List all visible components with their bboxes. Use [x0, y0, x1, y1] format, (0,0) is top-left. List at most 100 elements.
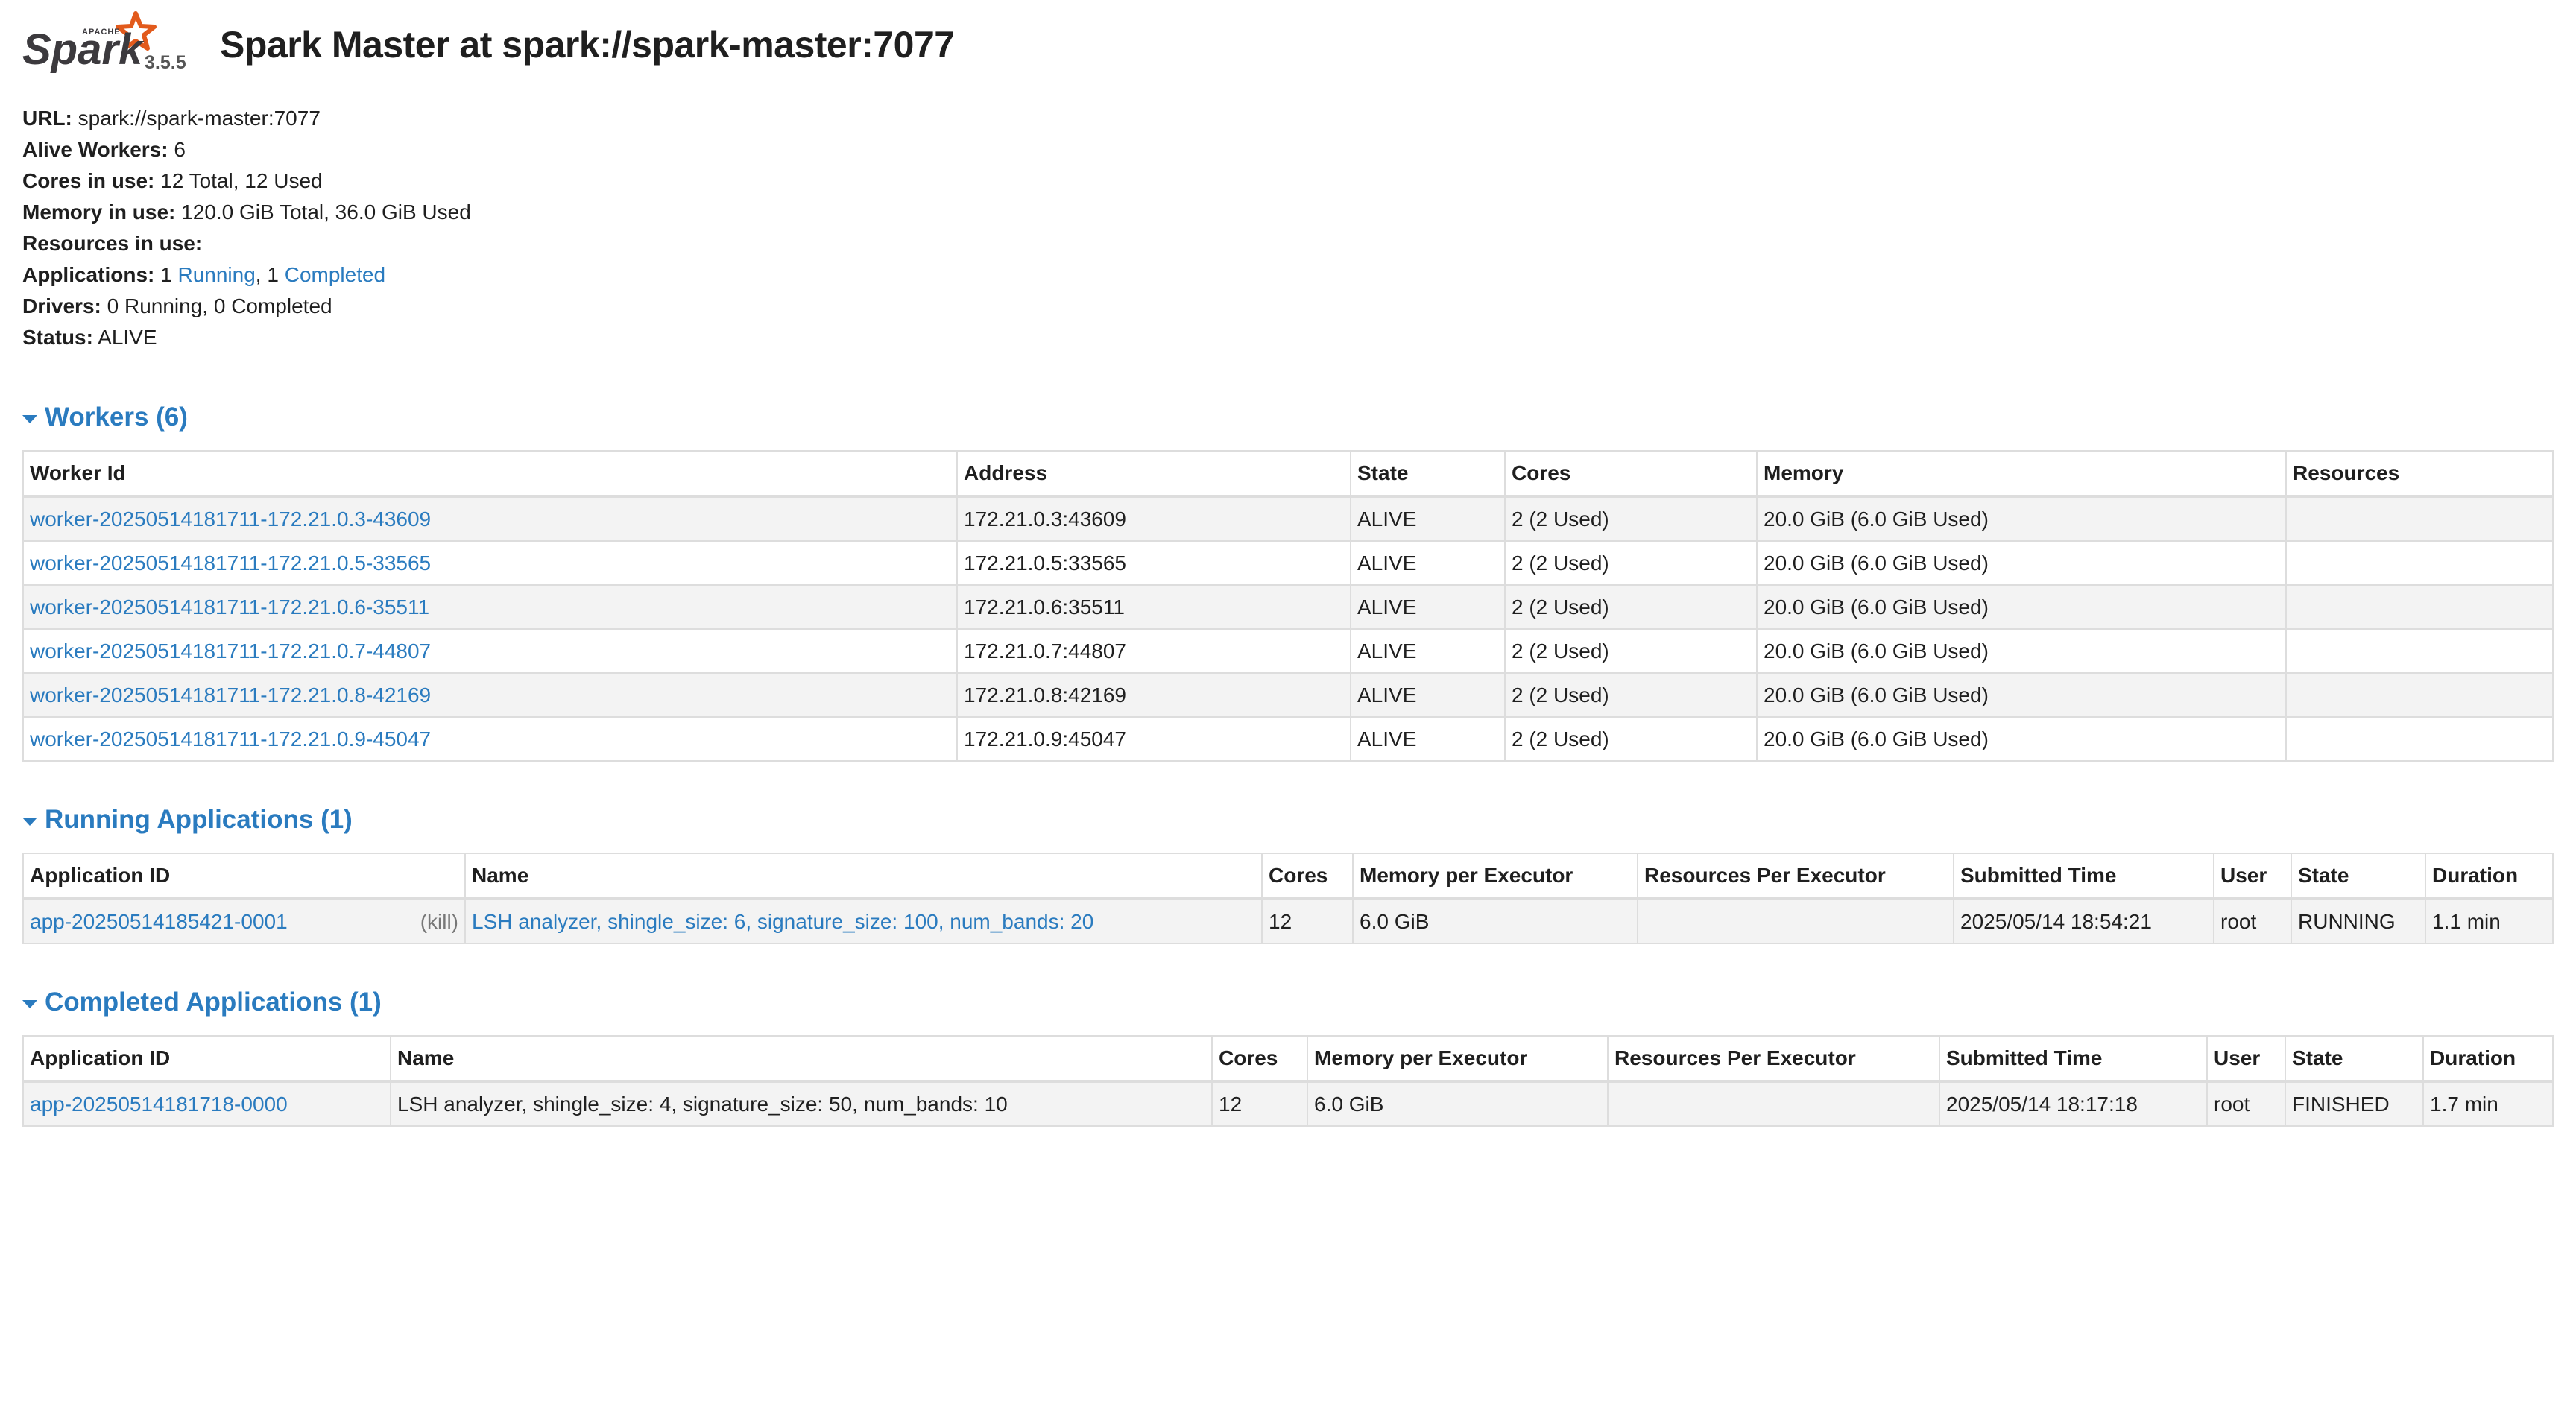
worker-id-link[interactable]: worker-20250514181711-172.21.0.8-42169 — [30, 683, 431, 706]
spark-logo-icon: APACHE Spark — [22, 11, 157, 74]
worker-state-cell: ALIVE — [1350, 672, 1506, 718]
worker-id-link[interactable]: worker-20250514181711-172.21.0.9-45047 — [30, 727, 431, 750]
worker-resources-cell — [2285, 540, 2554, 586]
collapse-caret-icon — [22, 414, 37, 423]
summary-applications-label: Applications: — [22, 263, 155, 286]
worker-id-cell: worker-20250514181711-172.21.0.3-43609 — [22, 496, 958, 542]
table-row: worker-20250514181711-172.21.0.3-43609 1… — [22, 496, 2554, 542]
worker-resources-cell — [2285, 716, 2554, 762]
column-header[interactable]: State — [1350, 450, 1506, 498]
spark-logo[interactable]: APACHE Spark — [22, 7, 194, 89]
worker-resources-cell — [2285, 672, 2554, 718]
app-id-link[interactable]: app-20250514185421-0001 — [30, 910, 288, 933]
table-row: worker-20250514181711-172.21.0.6-35511 1… — [22, 584, 2554, 630]
worker-resources-cell — [2285, 584, 2554, 630]
column-header[interactable]: Submitted Time — [1953, 853, 2214, 900]
app-name-link[interactable]: LSH analyzer, shingle_size: 6, signature… — [472, 910, 1093, 933]
summary-resources: Resources in use: — [22, 228, 2554, 259]
applications-completed-link[interactable]: Completed — [285, 263, 385, 286]
app-cores-cell: 12 — [1211, 1081, 1308, 1127]
table-row: app-20250514181718-0000 LSH analyzer, sh… — [22, 1081, 2554, 1127]
completed-apps-section-toggle[interactable]: Completed Applications (1) — [22, 981, 2554, 1023]
column-header[interactable]: Name — [390, 1035, 1213, 1083]
column-header[interactable]: State — [2285, 1035, 2424, 1083]
app-id-link[interactable]: app-20250514181718-0000 — [30, 1093, 288, 1116]
worker-id-link[interactable]: worker-20250514181711-172.21.0.7-44807 — [30, 639, 431, 663]
worker-cores-cell: 2 (2 Used) — [1504, 628, 1758, 674]
column-header[interactable]: Cores — [1211, 1035, 1308, 1083]
column-header[interactable]: Cores — [1504, 450, 1758, 498]
worker-id-link[interactable]: worker-20250514181711-172.21.0.6-35511 — [30, 595, 429, 619]
summary-resources-label: Resources in use: — [22, 232, 203, 255]
workers-table: Worker Id Address State Cores Memory Res… — [22, 450, 2554, 762]
worker-state-cell: ALIVE — [1350, 584, 1506, 630]
completed-apps-header-row: Application ID Name Cores Memory per Exe… — [22, 1035, 2554, 1083]
app-resources-cell — [1607, 1081, 1940, 1127]
worker-state-cell: ALIVE — [1350, 628, 1506, 674]
summary-status-value: ALIVE — [98, 326, 157, 349]
worker-cores-cell: 2 (2 Used) — [1504, 716, 1758, 762]
kill-app-link[interactable]: (kill) — [420, 910, 458, 934]
worker-memory-cell: 20.0 GiB (6.0 GiB Used) — [1756, 628, 2287, 674]
app-memory-cell: 6.0 GiB — [1307, 1081, 1609, 1127]
summary-status: Status: ALIVE — [22, 322, 2554, 353]
column-header[interactable]: Resources — [2285, 450, 2554, 498]
column-header[interactable]: Submitted Time — [1939, 1035, 2208, 1083]
app-state-cell: FINISHED — [2285, 1081, 2424, 1127]
app-user-cell: root — [2206, 1081, 2286, 1127]
worker-memory-cell: 20.0 GiB (6.0 GiB Used) — [1756, 584, 2287, 630]
column-header[interactable]: Memory per Executor — [1307, 1035, 1609, 1083]
column-header[interactable]: Worker Id — [22, 450, 958, 498]
summary-url: URL: spark://spark-master:7077 — [22, 103, 2554, 134]
summary-memory-value: 120.0 GiB Total, 36.0 GiB Used — [181, 200, 471, 224]
app-resources-cell — [1637, 898, 1954, 944]
app-cores-cell: 12 — [1261, 898, 1354, 944]
worker-resources-cell — [2285, 628, 2554, 674]
column-header[interactable]: Memory per Executor — [1352, 853, 1638, 900]
completed-apps-section-title: Completed Applications (1) — [45, 987, 382, 1017]
worker-id-link[interactable]: worker-20250514181711-172.21.0.5-33565 — [30, 551, 431, 575]
applications-completed-count: 1 — [267, 263, 279, 286]
worker-id-cell: worker-20250514181711-172.21.0.6-35511 — [22, 584, 958, 630]
column-header[interactable]: Application ID — [22, 1035, 391, 1083]
worker-id-cell: worker-20250514181711-172.21.0.7-44807 — [22, 628, 958, 674]
column-header[interactable]: Application ID — [22, 853, 466, 900]
worker-id-link[interactable]: worker-20250514181711-172.21.0.3-43609 — [30, 508, 431, 531]
column-header[interactable]: Duration — [2422, 1035, 2554, 1083]
column-header[interactable]: State — [2291, 853, 2426, 900]
app-submitted-cell: 2025/05/14 18:54:21 — [1953, 898, 2214, 944]
worker-address-cell: 172.21.0.3:43609 — [956, 496, 1351, 542]
column-header[interactable]: Cores — [1261, 853, 1354, 900]
column-header[interactable]: Resources Per Executor — [1637, 853, 1954, 900]
summary-cores-label: Cores in use: — [22, 169, 155, 192]
worker-memory-cell: 20.0 GiB (6.0 GiB Used) — [1756, 496, 2287, 542]
app-name-cell: LSH analyzer, shingle_size: 6, signature… — [464, 898, 1263, 944]
worker-state-cell: ALIVE — [1350, 496, 1506, 542]
worker-cores-cell: 2 (2 Used) — [1504, 540, 1758, 586]
table-row: worker-20250514181711-172.21.0.7-44807 1… — [22, 628, 2554, 674]
app-submitted-cell: 2025/05/14 18:17:18 — [1939, 1081, 2208, 1127]
workers-section-toggle[interactable]: Workers (6) — [22, 396, 2554, 438]
running-apps-section-toggle[interactable]: Running Applications (1) — [22, 799, 2554, 841]
summary-cores: Cores in use: 12 Total, 12 Used — [22, 165, 2554, 197]
summary-url-label: URL: — [22, 107, 72, 130]
column-header[interactable]: Name — [464, 853, 1263, 900]
workers-header-row: Worker Id Address State Cores Memory Res… — [22, 450, 2554, 498]
column-header[interactable]: Address — [956, 450, 1351, 498]
completed-apps-table: Application ID Name Cores Memory per Exe… — [22, 1035, 2554, 1127]
worker-memory-cell: 20.0 GiB (6.0 GiB Used) — [1756, 672, 2287, 718]
column-header[interactable]: Memory — [1756, 450, 2287, 498]
column-header[interactable]: User — [2206, 1035, 2286, 1083]
worker-id-cell: worker-20250514181711-172.21.0.9-45047 — [22, 716, 958, 762]
column-header[interactable]: User — [2213, 853, 2292, 900]
collapse-caret-icon — [22, 999, 37, 1008]
column-header[interactable]: Duration — [2425, 853, 2554, 900]
app-user-cell: root — [2213, 898, 2292, 944]
summary-alive-workers-label: Alive Workers: — [22, 138, 168, 161]
column-header[interactable]: Resources Per Executor — [1607, 1035, 1940, 1083]
collapse-caret-icon — [22, 817, 37, 826]
applications-running-link[interactable]: Running — [177, 263, 255, 286]
summary-alive-workers: Alive Workers: 6 — [22, 134, 2554, 165]
spark-master-page: APACHE Spark 3.5.5 Spark Master at spark… — [0, 0, 2576, 1413]
app-name-cell: LSH analyzer, shingle_size: 4, signature… — [390, 1081, 1213, 1127]
